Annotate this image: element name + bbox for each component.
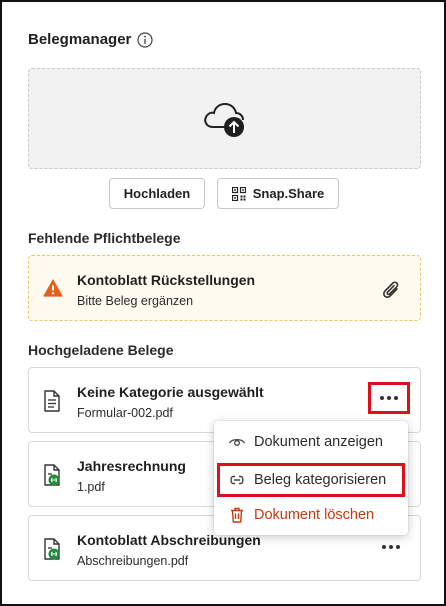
eye-icon (228, 438, 246, 446)
document-filename: Abschreibungen.pdf (77, 554, 189, 568)
document-linked-icon (44, 464, 60, 486)
document-filename: Formular-002.pdf (77, 406, 173, 420)
document-title: Jahresrechnung (77, 458, 186, 474)
panel-header: Belegmanager (28, 31, 153, 48)
missing-section-title: Fehlende Pflichtbelege (28, 230, 181, 246)
more-dots-icon (380, 396, 398, 400)
menu-item-label: Beleg kategorisieren (254, 472, 387, 488)
document-linked-icon (44, 538, 60, 560)
menu-item-label: Dokument löschen (254, 507, 375, 523)
more-dots-icon (382, 545, 400, 549)
link-icon (230, 475, 244, 485)
missing-item-title: Kontoblatt Rückstellungen (77, 272, 256, 288)
document-title: Keine Kategorie ausgewählt (77, 384, 264, 400)
missing-item-subtitle: Bitte Beleg ergänzen (77, 294, 194, 308)
uploaded-section-title: Hochgeladene Belege (28, 342, 174, 358)
menu-item-delete-document[interactable]: Dokument löschen (214, 498, 408, 532)
trash-icon (231, 507, 243, 523)
belegmanager-panel: Belegmanager Hochladen Snap.Share Fehlen… (0, 0, 446, 606)
snapshare-button-label: Snap.Share (252, 186, 325, 201)
info-icon[interactable] (137, 31, 153, 48)
menu-item-categorize[interactable]: Beleg kategorisieren (217, 463, 405, 497)
menu-item-label: Dokument anzeigen (254, 434, 383, 450)
more-options-button[interactable] (376, 537, 406, 557)
upload-button[interactable]: Hochladen (109, 178, 205, 209)
more-options-button[interactable] (368, 382, 410, 414)
upload-dropzone[interactable] (28, 68, 421, 169)
paperclip-icon[interactable] (380, 277, 402, 301)
context-menu: Dokument anzeigen Beleg kategorisieren D… (214, 421, 408, 535)
panel-title: Belegmanager (28, 31, 132, 48)
document-icon (44, 390, 60, 412)
qr-code-icon (231, 186, 246, 201)
cloud-upload-icon (203, 102, 244, 137)
document-filename: 1.pdf (77, 480, 105, 494)
upload-button-label: Hochladen (123, 186, 191, 201)
menu-item-view-document[interactable]: Dokument anzeigen (214, 425, 408, 459)
snapshare-button[interactable]: Snap.Share (217, 178, 339, 209)
missing-item-card[interactable]: Kontoblatt Rückstellungen Bitte Beleg er… (28, 255, 421, 321)
warning-icon (43, 279, 63, 297)
